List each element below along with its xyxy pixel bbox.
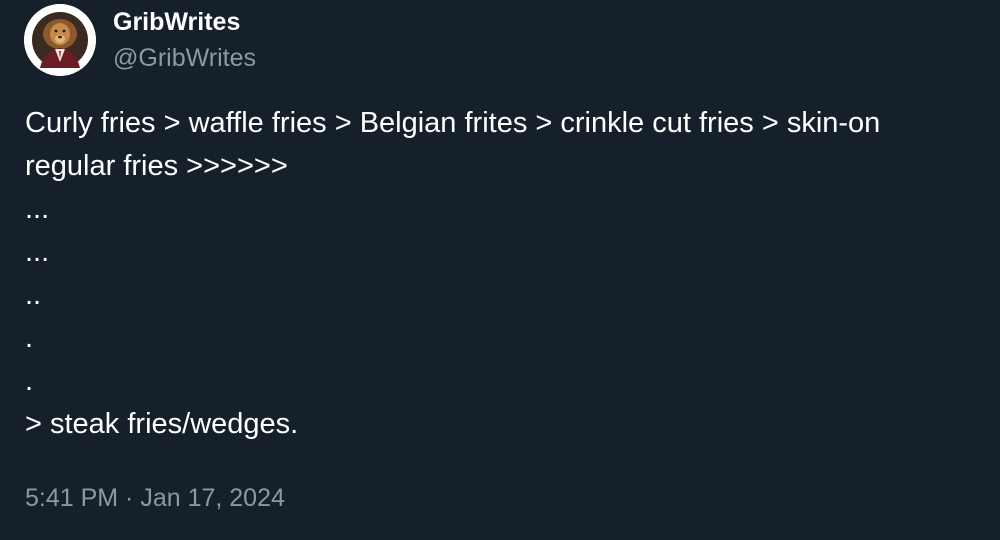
tweet-text-line: Curly fries > waffle fries > Belgian fri… [25,107,881,139]
tweet-card: GribWrites @GribWrites Curly fries > waf… [0,0,1000,540]
tweet-text-line: ... [25,193,50,225]
tweet-text-line: ... [25,236,50,268]
tweet-text-line: > steak fries/wedges. [25,408,299,440]
avatar[interactable] [24,4,96,76]
tweet-text-line: .. [25,279,42,311]
lion-in-suit-portrait-icon [24,4,96,76]
tweet-timestamp[interactable]: 5:41 PM · Jan 17, 2024 [25,482,285,514]
tweet-text: Curly fries > waffle fries > Belgian fri… [25,102,985,446]
author-display-name[interactable]: GribWrites [113,7,240,37]
tweet-text-line: . [25,365,34,397]
author-handle[interactable]: @GribWrites [113,43,256,73]
tweet-text-line: . [25,322,34,354]
tweet-text-line: regular fries >>>>>> [25,150,288,182]
